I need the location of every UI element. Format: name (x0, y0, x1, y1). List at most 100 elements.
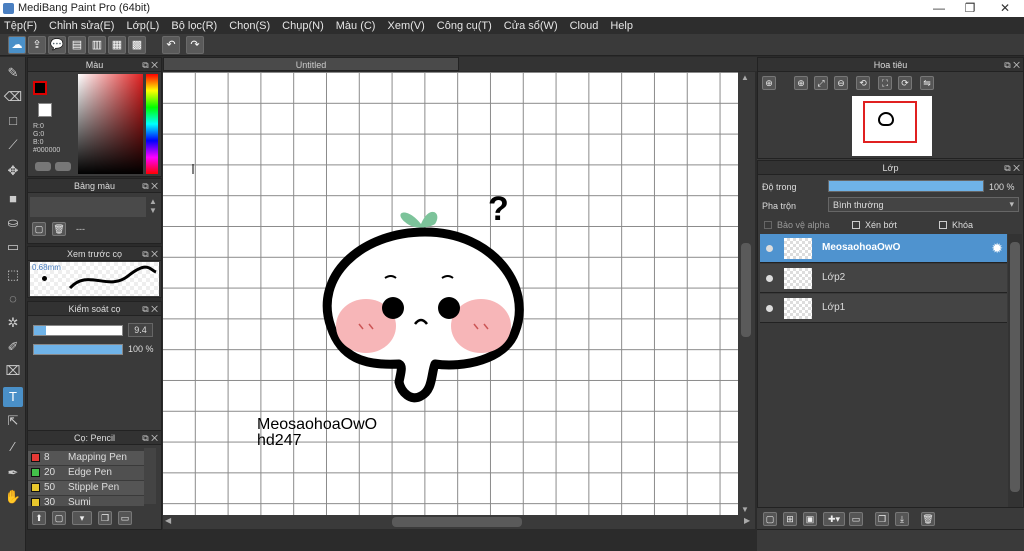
rotate-left-icon[interactable]: ⟲ (856, 76, 870, 90)
comment-icon[interactable]: 💬 (48, 36, 66, 54)
hue-slider[interactable] (146, 74, 158, 174)
brush-item[interactable]: 50 Stipple Pen (28, 481, 144, 495)
menu-tools[interactable]: Công cụ(T) (437, 20, 492, 32)
line-tool-icon[interactable]: ⟋ (3, 135, 23, 155)
menu-cloud[interactable]: Cloud (570, 20, 599, 32)
new-brush-icon[interactable]: ▢ (52, 511, 66, 525)
menu-color[interactable]: Màu (C) (336, 20, 376, 32)
brush-item[interactable]: 20 Edge Pen (28, 466, 144, 480)
panel-icon[interactable]: ▦ (108, 36, 126, 54)
brush-item[interactable]: 30 Sumi (28, 496, 144, 506)
lock-checkbox[interactable] (939, 221, 947, 229)
menu-help[interactable]: Help (610, 20, 633, 32)
new-halftone-layer-icon[interactable]: ⊞ (783, 512, 797, 526)
move-tool-icon[interactable]: ✥ (3, 161, 23, 181)
horizontal-scroll-thumb[interactable] (392, 517, 522, 527)
saturation-value-picker[interactable] (78, 74, 143, 174)
page-icon[interactable]: ▥ (88, 36, 106, 54)
layer-row[interactable]: Lớp2 (760, 264, 1007, 293)
gradient-tool-icon[interactable]: ▭ (3, 237, 23, 257)
close-button[interactable]: ✕ (990, 0, 1020, 17)
brush-item[interactable]: 8 Mapping Pen (28, 451, 144, 465)
eye-icon[interactable] (766, 305, 773, 312)
brush-size-slider[interactable] (33, 325, 123, 336)
clipping-checkbox[interactable] (852, 221, 860, 229)
panel-controls-icon[interactable]: ⧉ ✕ (142, 179, 158, 193)
brush-size-value[interactable]: 9.4 (128, 323, 153, 337)
magic-wand-icon[interactable]: ✲ (3, 313, 23, 333)
folder-icon[interactable]: ▭ (849, 512, 863, 526)
cloud-icon[interactable]: ☁ (8, 36, 26, 54)
layer-row[interactable]: MeosaohoaOwO ✹ (760, 234, 1007, 263)
zoom-out-icon[interactable]: ⊖ (834, 76, 848, 90)
select-pen-icon[interactable]: ✐ (3, 337, 23, 357)
eye-icon[interactable] (766, 275, 773, 282)
menu-select[interactable]: Chọn(S) (229, 20, 270, 32)
scroll-up-icon[interactable]: ▲ (741, 73, 749, 82)
merge-down-icon[interactable]: ⤓ (895, 512, 909, 526)
folder-icon[interactable]: ▭ (118, 511, 132, 525)
panel-controls-icon[interactable]: ⧉ ✕ (142, 302, 158, 316)
scroll-left-icon[interactable]: ◀ (165, 516, 171, 525)
restore-button[interactable]: ❐ (955, 0, 985, 17)
menu-layer[interactable]: Lớp(L) (126, 20, 159, 32)
foreground-color-swatch[interactable] (33, 81, 47, 95)
minimize-button[interactable]: — (924, 0, 954, 17)
operation-tool-icon[interactable]: ⇱ (3, 411, 23, 431)
menu-edit[interactable]: Chỉnh sửa(E) (49, 20, 114, 32)
redo-button[interactable]: ↷ (186, 36, 204, 54)
color-mode-button[interactable] (35, 162, 51, 171)
vertical-scroll-thumb[interactable] (741, 243, 751, 337)
layer-row[interactable]: Lớp1 (760, 294, 1007, 323)
panel-controls-icon[interactable]: ⧉ ✕ (142, 247, 158, 261)
color-mode-button-2[interactable] (55, 162, 71, 171)
hand-tool-icon[interactable]: ✋ (3, 487, 23, 507)
panel-controls-icon[interactable]: ⧉ ✕ (1004, 58, 1020, 72)
menu-window[interactable]: Cửa sổ(W) (504, 20, 558, 32)
full-view-icon[interactable]: ⛶ (878, 76, 892, 90)
navigator-thumbnail[interactable] (852, 96, 932, 156)
eraser-tool-icon[interactable]: ⌫ (3, 87, 23, 107)
brush-menu-icon[interactable]: ▾ (72, 511, 92, 525)
zoom-in-icon[interactable]: ⊕ (762, 76, 776, 90)
menu-view[interactable]: Xem(V) (387, 20, 424, 32)
panel-controls-icon[interactable]: ⧉ ✕ (142, 431, 158, 445)
blend-mode-select[interactable]: Bình thường ▾ (828, 197, 1019, 212)
add-layer-menu-icon[interactable]: ✚▾ (823, 512, 845, 526)
eyedropper-tool-icon[interactable]: ✒ (3, 463, 23, 483)
flip-icon[interactable]: ⇋ (920, 76, 934, 90)
fill-shape-icon[interactable]: ■ (3, 189, 23, 209)
bucket-tool-icon[interactable]: ⛀ (3, 213, 23, 233)
document-tab[interactable]: Untitled (163, 57, 459, 71)
palette-scroll-icon[interactable]: ▲ ▼ (149, 197, 157, 215)
grid-icon[interactable]: ▩ (128, 36, 146, 54)
lasso-tool-icon[interactable]: ◌ (3, 289, 23, 309)
rectangle-tool-icon[interactable]: □ (3, 111, 23, 131)
divide-tool-icon[interactable]: ⁄ (3, 437, 23, 457)
fit-icon[interactable]: ⤢ (814, 76, 828, 90)
zoom-in-icon-2[interactable]: ⊕ (794, 76, 808, 90)
scroll-right-icon[interactable]: ▶ (744, 516, 750, 525)
protect-alpha-checkbox[interactable] (764, 221, 772, 229)
panel-controls-icon[interactable]: ⧉ ✕ (1004, 161, 1020, 175)
layers-scrollbar[interactable] (1008, 234, 1022, 524)
gear-icon[interactable]: ✹ (991, 240, 1003, 257)
rotate-right-icon[interactable]: ⟳ (898, 76, 912, 90)
menu-snap[interactable]: Chụp(N) (282, 20, 324, 32)
new-layer-icon[interactable]: ▢ (763, 512, 777, 526)
add-brush-icon[interactable]: ⬆ (32, 511, 46, 525)
menu-file[interactable]: Tệp(F) (4, 20, 37, 32)
brush-list-scrollbar[interactable] (144, 448, 156, 504)
layer-opacity-slider[interactable] (828, 180, 984, 192)
background-color-swatch[interactable] (38, 103, 52, 117)
undo-button[interactable]: ↶ (162, 36, 180, 54)
eye-icon[interactable] (766, 245, 773, 252)
brush-opacity-slider[interactable] (33, 344, 123, 355)
palette-swatches[interactable] (30, 197, 146, 217)
menu-filter[interactable]: Bộ lọc(R) (171, 20, 217, 32)
panel-controls-icon[interactable]: ⧉ ✕ (142, 58, 158, 72)
delete-layer-icon[interactable]: 🗑 (921, 512, 935, 526)
canvas[interactable]: ? MeosaohoaOwO hd247 (163, 72, 738, 515)
add-palette-icon[interactable]: ▢ (32, 222, 46, 236)
duplicate-layer-icon[interactable]: ❐ (875, 512, 889, 526)
